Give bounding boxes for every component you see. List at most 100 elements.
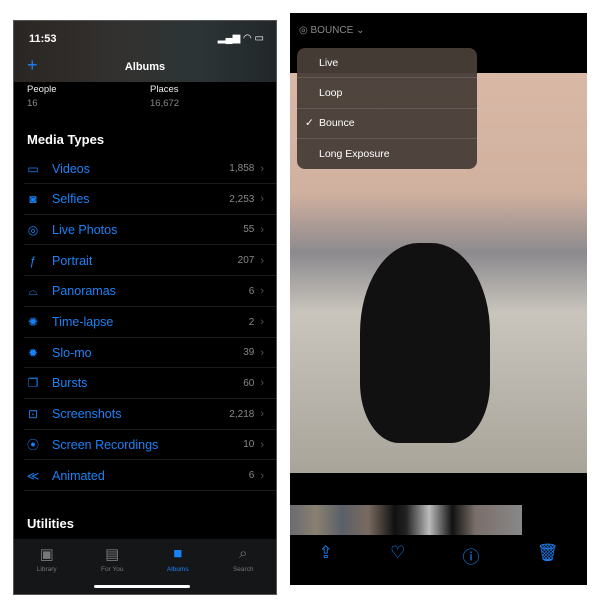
status-icons: ▂▄▆ ◠ ▭ [217, 33, 264, 44]
chevron-right-icon: › [260, 223, 264, 236]
animated-icon: ≪ [26, 468, 40, 483]
media-type-screen-recordings[interactable]: ⦿ Screen Recordings 10 › [24, 430, 276, 461]
media-type-count: 2,253 [229, 193, 255, 205]
media-type-bursts[interactable]: ❐ Bursts 60 › [24, 369, 276, 399]
cat-figure [360, 243, 490, 443]
photo-viewer: ◎ BOUNCE ⌄ Live Loop ✓ Bounce Long Exposure … [290, 13, 587, 585]
media-type-count: 2,218 [229, 408, 255, 420]
media-type-count: 6 [248, 285, 255, 297]
menu-item-label: Bounce [319, 117, 355, 130]
status-time: 11:53 [29, 33, 57, 45]
media-type-count: 55 [243, 224, 255, 236]
page-title: Albums [124, 61, 166, 73]
menu-item-label: Long Exposure [319, 147, 390, 160]
chevron-right-icon: › [260, 316, 264, 328]
people-label: People [27, 84, 57, 95]
media-type-label: Screen Recordings [52, 437, 159, 452]
media-type-label: Videos [52, 161, 90, 176]
thumbnail-strip[interactable] [290, 505, 522, 535]
menu-item-loop[interactable]: Loop [297, 78, 477, 109]
slomo-icon: ✹ [27, 345, 39, 360]
media-type-screenshots[interactable]: ⊡ Screenshots 2,218 › [24, 400, 276, 430]
media-type-count: 39 [243, 347, 255, 359]
tab-label: Library [36, 566, 57, 573]
media-type-portrait[interactable]: ƒ Portrait 207 › [24, 246, 276, 277]
albums-screen: 11:53 ▂▄▆ ◠ ▭ + Albums People 16 Places 16… [13, 20, 277, 595]
menu-item-live[interactable]: Live [297, 48, 477, 79]
trash-icon[interactable]: 🗑 [537, 543, 559, 568]
media-type-label: Live Photos [52, 222, 118, 237]
timelapse-icon: ✺ [27, 315, 39, 329]
media-type-live-photos[interactable]: ◎ Live Photos 55 › [24, 215, 276, 246]
bursts-icon: ❐ [27, 376, 39, 391]
tab-search[interactable]: ⌕ Search [211, 539, 277, 594]
tab-library[interactable]: ▣ Library [14, 539, 80, 594]
media-type-label: Portrait [52, 253, 93, 268]
tab-label: For You [101, 566, 124, 573]
effect-selector[interactable]: ◎ BOUNCE ⌄ [299, 25, 364, 36]
media-type-label: Animated [52, 468, 105, 483]
media-type-videos[interactable]: ▭ Videos 1,858 › [24, 154, 276, 184]
media-type-count: 10 [243, 439, 255, 451]
for-you-icon: ▤ [105, 546, 120, 563]
checkmark-icon: ✓ [305, 117, 314, 130]
info-icon[interactable]: ⓘ [463, 543, 480, 568]
chevron-right-icon: › [260, 438, 264, 451]
chevron-right-icon: › [260, 469, 264, 482]
media-type-selfies[interactable]: ◙ Selfies 2,253 › [24, 185, 276, 215]
media-type-count: 60 [243, 377, 255, 389]
screenshot-icon: ⊡ [27, 407, 39, 422]
toolbar: ⇪ ♡ ⓘ 🗑 [290, 543, 587, 568]
places-album[interactable]: Places 16,672 [150, 84, 179, 109]
live-photo-icon: ◎ [27, 222, 39, 237]
effect-menu: Live Loop ✓ Bounce Long Exposure [297, 48, 477, 169]
header: 11:53 ▂▄▆ ◠ ▭ + Albums [14, 21, 276, 82]
chevron-right-icon: › [260, 377, 264, 390]
media-type-label: Slo-mo [52, 345, 92, 360]
home-indicator [94, 585, 190, 588]
portrait-icon: ƒ [29, 253, 37, 268]
menu-item-label: Live [319, 56, 339, 69]
people-count: 16 [27, 98, 38, 109]
selfie-icon: ◙ [29, 192, 37, 207]
tab-label: Albums [166, 566, 189, 573]
media-type-label: Selfies [52, 192, 90, 207]
chevron-right-icon: › [260, 254, 264, 267]
media-type-count: 1,858 [229, 163, 255, 174]
video-icon: ▭ [27, 161, 39, 176]
media-type-label: Screenshots [52, 407, 122, 422]
chevron-right-icon: › [260, 193, 264, 206]
people-album[interactable]: People 16 [27, 84, 57, 109]
media-type-slo-mo[interactable]: ✹ Slo-mo 39 › [24, 338, 276, 369]
library-icon: ▣ [39, 546, 54, 563]
effect-label: BOUNCE [310, 25, 354, 36]
menu-item-bounce[interactable]: ✓ Bounce [297, 109, 477, 139]
chevron-right-icon: › [260, 285, 264, 298]
places-count: 16,672 [150, 98, 180, 109]
chevron-right-icon: › [260, 408, 264, 421]
panorama-icon: ⌓ [28, 283, 38, 298]
media-type-count: 207 [237, 255, 255, 267]
media-types-heading: Media Types [27, 132, 105, 147]
tab-label: Search [232, 566, 254, 573]
media-type-time-lapse[interactable]: ✺ Time-lapse 2 › [24, 308, 276, 338]
utilities-heading: Utilities [27, 516, 74, 531]
media-type-label: Time-lapse [52, 315, 114, 329]
media-type-label: Panoramas [52, 284, 116, 299]
chevron-right-icon: › [260, 346, 264, 359]
screen-recording-icon: ⦿ [26, 438, 39, 453]
media-type-label: Bursts [52, 376, 88, 391]
share-icon[interactable]: ⇪ [319, 543, 333, 568]
media-type-count: 2 [248, 316, 255, 328]
albums-icon: ■ [173, 545, 183, 562]
media-type-animated[interactable]: ≪ Animated 6 › [24, 461, 276, 491]
chevron-right-icon: › [260, 162, 264, 175]
chevron-down-icon: ⌄ [356, 25, 365, 36]
heart-icon[interactable]: ♡ [390, 543, 405, 568]
media-type-panoramas[interactable]: ⌓ Panoramas 6 › [24, 277, 276, 307]
search-icon: ⌕ [239, 545, 248, 562]
menu-item-long-exposure[interactable]: Long Exposure [297, 139, 477, 169]
menu-item-label: Loop [319, 86, 343, 99]
media-type-count: 6 [248, 470, 255, 481]
places-label: Places [150, 84, 179, 95]
